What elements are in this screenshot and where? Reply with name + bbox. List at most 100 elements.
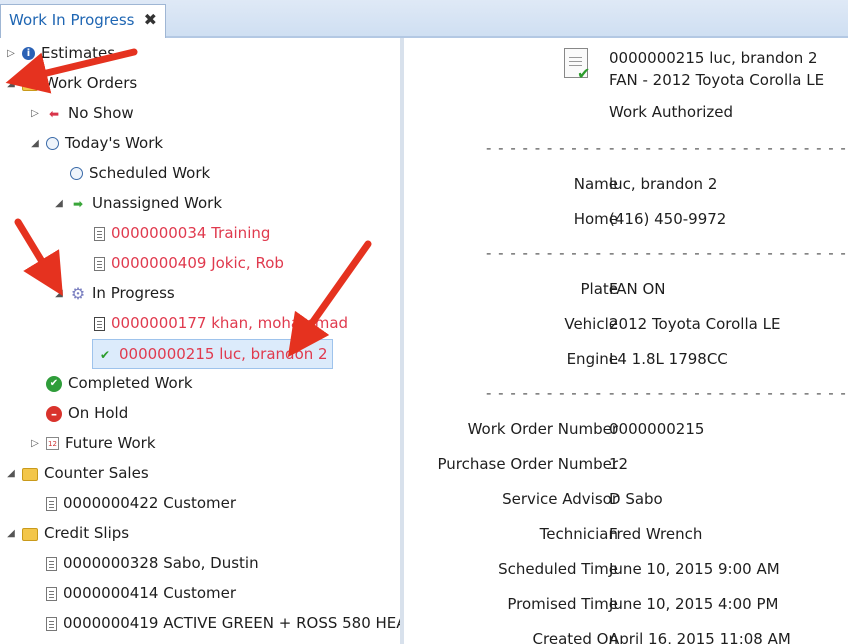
clock-icon <box>70 167 83 180</box>
tree-item-cs-422[interactable]: 0000000422 Customer <box>28 488 236 518</box>
tree-label: 0000000414 Customer <box>63 584 237 602</box>
tree-item-cr-328[interactable]: 0000000328 Sabo, Dustin <box>28 548 259 578</box>
field-value: 0000000215 <box>609 420 705 438</box>
stop-icon: – <box>46 405 62 422</box>
tree-label: Completed Work <box>68 374 193 392</box>
collapse-icon[interactable]: ◢ <box>4 519 18 549</box>
field-label: Created On <box>532 630 618 644</box>
tree-label: 0000000409 Jokic, Rob <box>111 254 284 272</box>
field-label: Promised Time <box>507 595 618 613</box>
field-value: (416) 450-9972 <box>609 210 727 228</box>
field-value: 12 <box>609 455 629 473</box>
tree-label: 0000000419 ACTIVE GREEN + ROSS 580 HEAVY <box>63 614 400 632</box>
field-service-advisor: Service Advisor D Sabo <box>404 484 848 514</box>
tree-item-work-orders[interactable]: ◢ Work Orders <box>4 68 137 98</box>
tree-label: No Show <box>68 104 134 122</box>
divider: - - - - - - - - - - - - - - - - - - - - <box>609 384 847 402</box>
divider: - - - - - - - - - - <box>486 139 603 157</box>
field-vehicle: Vehicle 2012 Toyota Corolla LE <box>404 309 848 339</box>
detail-header: 0000000215 luc, brandon 2 FAN - 2012 Toy… <box>609 47 824 91</box>
expand-icon[interactable]: ▷ <box>4 39 18 69</box>
tree-label: Today's Work <box>65 134 164 152</box>
calendar-icon: 12 <box>46 437 59 450</box>
folder-icon <box>22 78 38 91</box>
work-order-icon: ✔ <box>564 48 590 83</box>
detail-panel: ✔ 0000000215 luc, brandon 2 FAN - 2012 T… <box>404 38 848 644</box>
field-scheduled-time: Scheduled Time June 10, 2015 9:00 AM <box>404 554 848 584</box>
header-line1: 0000000215 luc, brandon 2 <box>609 49 818 67</box>
tree-label: Credit Slips <box>44 524 130 542</box>
field-value: April 16, 2015 11:08 AM <box>609 630 791 644</box>
divider: - - - - - - - - - - <box>486 384 603 402</box>
folder-icon <box>22 468 38 481</box>
field-value: L4 1.8L 1798CC <box>609 350 728 368</box>
tree-item-wo-177[interactable]: 0000000177 khan, mohammad <box>76 308 348 338</box>
check-circle-icon: ✔ <box>46 375 62 392</box>
document-icon <box>46 616 57 631</box>
expand-icon[interactable]: ▷ <box>28 429 42 459</box>
close-icon[interactable]: ✖ <box>144 10 157 29</box>
tree-label: 0000000177 khan, mohammad <box>111 314 349 332</box>
tree-item-todays-work[interactable]: ◢ Today's Work <box>28 128 163 158</box>
clock-icon <box>46 137 59 150</box>
tree-item-cr-414[interactable]: 0000000414 Customer <box>28 578 236 608</box>
tree-item-no-show[interactable]: ▷ ⬅ No Show <box>28 98 134 128</box>
field-value: Fred Wrench <box>609 525 703 543</box>
tab-title: Work In Progress <box>9 11 135 29</box>
tree-label: 0000000215 luc, brandon 2 <box>119 345 328 363</box>
green-arrow-icon: ➡ <box>72 196 84 211</box>
tree-item-on-hold[interactable]: – On Hold <box>28 398 128 428</box>
folder-icon <box>22 528 38 541</box>
tree-item-future-work[interactable]: ▷ 12 Future Work <box>28 428 156 459</box>
red-arrow-icon: ⬅ <box>48 106 60 121</box>
tree-item-credit-slips[interactable]: ◢ Credit Slips <box>4 518 129 548</box>
tree-label: Future Work <box>65 434 156 452</box>
field-label: Plate <box>580 280 618 298</box>
document-icon <box>46 556 57 571</box>
field-home: Home (416) 450-9972 <box>404 204 848 234</box>
tree-item-wo-34[interactable]: 0000000034 Training <box>76 218 270 248</box>
tree-item-cr-419[interactable]: 0000000419 ACTIVE GREEN + ROSS 580 HEAVY <box>28 608 400 638</box>
field-purchase-order-number: Purchase Order Number 12 <box>404 449 848 479</box>
tree-label: On Hold <box>68 404 129 422</box>
field-technician: Technician Fred Wrench <box>404 519 848 549</box>
field-value: June 10, 2015 4:00 PM <box>609 595 779 613</box>
field-label: Engine <box>566 350 618 368</box>
tab-work-in-progress[interactable]: Work In Progress ✖ <box>0 4 166 38</box>
field-work-order-number: Work Order Number 0000000215 <box>404 414 848 444</box>
tree-item-scheduled-work[interactable]: Scheduled Work <box>52 158 210 188</box>
field-label: Technician <box>539 525 618 543</box>
tree-item-in-progress[interactable]: ◢ ⚙ In Progress <box>52 278 175 308</box>
tree-item-unassigned-work[interactable]: ◢ ➡ Unassigned Work <box>52 188 222 218</box>
field-label: Name <box>573 175 618 193</box>
document-icon <box>46 496 57 511</box>
collapse-icon[interactable]: ◢ <box>52 189 66 219</box>
divider: - - - - - - - - - - - - - - - - - - - - <box>609 139 847 157</box>
collapse-icon[interactable]: ◢ <box>4 69 18 99</box>
field-label: Purchase Order Number <box>437 455 618 473</box>
field-label: Home <box>573 210 618 228</box>
tree-item-partial <box>4 634 44 644</box>
tree-item-counter-sales[interactable]: ◢ Counter Sales <box>4 458 149 488</box>
tree-item-wo-215-selected[interactable]: ✔ 0000000215 luc, brandon 2 <box>92 339 333 369</box>
document-icon <box>94 226 105 241</box>
tree-label: Counter Sales <box>44 464 149 482</box>
document-icon <box>94 316 105 331</box>
expand-icon[interactable]: ▷ <box>28 99 42 129</box>
tree-label: Unassigned Work <box>92 194 223 212</box>
field-value: D Sabo <box>609 490 663 508</box>
tree-item-estimates[interactable]: ▷ i Estimates <box>4 38 115 68</box>
collapse-icon[interactable]: ◢ <box>52 279 66 309</box>
collapse-icon[interactable]: ◢ <box>28 129 42 159</box>
tree-item-wo-409[interactable]: 0000000409 Jokic, Rob <box>76 248 284 278</box>
field-promised-time: Promised Time June 10, 2015 4:00 PM <box>404 589 848 619</box>
checkmark-icon: ✔ <box>577 64 591 83</box>
tree-label: 0000000328 Sabo, Dustin <box>63 554 259 572</box>
field-value: FAN ON <box>609 280 666 298</box>
tree-label: Work Orders <box>44 74 138 92</box>
field-label: Scheduled Time <box>498 560 618 578</box>
field-name: Name luc, brandon 2 <box>404 169 848 199</box>
tree-item-completed-work[interactable]: ✔ Completed Work <box>28 368 193 398</box>
field-engine: Engine L4 1.8L 1798CC <box>404 344 848 374</box>
collapse-icon[interactable]: ◢ <box>4 459 18 489</box>
